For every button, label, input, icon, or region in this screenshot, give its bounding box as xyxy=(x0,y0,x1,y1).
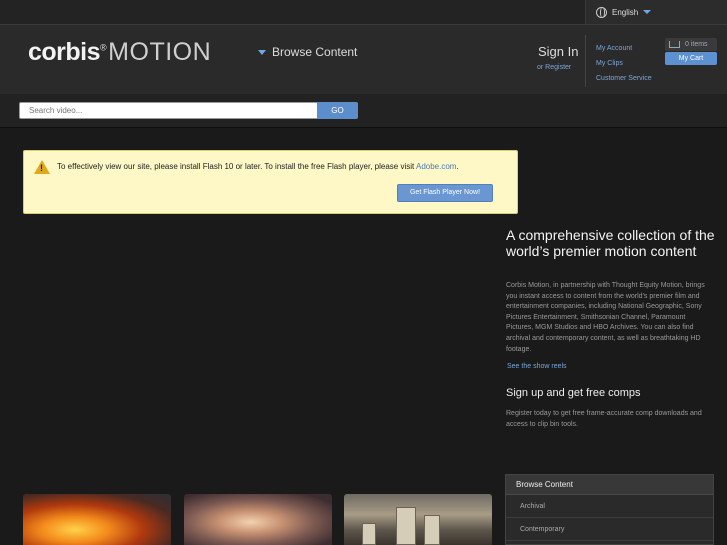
register-link[interactable]: or Register xyxy=(537,64,571,71)
adobe-link[interactable]: Adobe.com xyxy=(416,162,456,171)
dropdown-caret-icon xyxy=(643,10,652,14)
browse-content-label: Browse Content xyxy=(272,45,358,59)
cart-icon xyxy=(669,41,680,48)
logo-product: MOTION xyxy=(108,38,212,66)
corbis-motion-logo[interactable]: corbis®MOTION xyxy=(28,38,211,67)
sign-in-link[interactable]: Sign In xyxy=(538,44,578,59)
cart-items-label: 0 items xyxy=(685,41,708,48)
header-divider xyxy=(585,35,586,87)
account-links: My Account My Clips Customer Service xyxy=(596,41,652,86)
notice-suffix: . xyxy=(456,162,459,171)
thumbnail-woman[interactable] xyxy=(184,494,332,545)
notice-message: To effectively view our site, please ins… xyxy=(57,162,459,171)
search-go-button[interactable]: GO xyxy=(317,102,358,119)
logo-registered-mark: ® xyxy=(100,42,107,53)
thumbnail-city-skyline[interactable] xyxy=(344,494,492,545)
flash-notice: To effectively view our site, please ins… xyxy=(23,150,518,214)
thumbnail-explosion[interactable] xyxy=(23,494,171,545)
notice-text: To effectively view our site, please ins… xyxy=(57,162,416,171)
browse-item-contemporary[interactable]: Contemporary xyxy=(506,518,713,541)
signup-text: Register today to get free frame-accurat… xyxy=(506,410,702,428)
browse-content-panel: Browse Content Archival Contemporary xyxy=(505,474,714,545)
browse-panel-title[interactable]: Browse Content xyxy=(506,475,713,495)
my-clips-link[interactable]: My Clips xyxy=(596,56,652,71)
promo-description: Corbis Motion, in partnership with Thoug… xyxy=(506,282,705,353)
signup-heading: Sign up and get free comps xyxy=(506,387,641,399)
my-cart-button[interactable]: My Cart xyxy=(665,52,717,65)
show-reels-link[interactable]: See the show reels xyxy=(507,363,567,370)
language-selector[interactable]: English xyxy=(585,0,727,24)
search-bar: GO xyxy=(0,94,727,128)
my-account-link[interactable]: My Account xyxy=(596,41,652,56)
customer-service-link[interactable]: Customer Service xyxy=(596,71,652,86)
language-label: English xyxy=(612,7,639,17)
promo-headline: A comprehensive collection of the world’… xyxy=(506,227,715,259)
skyline-building xyxy=(424,515,440,545)
skyline-building xyxy=(396,507,416,545)
warning-icon xyxy=(34,160,50,174)
skyline-building xyxy=(362,523,376,545)
browse-item-archival[interactable]: Archival xyxy=(506,495,713,518)
browse-caret-icon xyxy=(258,49,266,55)
search-input[interactable] xyxy=(19,102,318,119)
get-flash-player-button[interactable]: Get Flash Player Now! xyxy=(397,184,493,202)
cart-items-count[interactable]: 0 items xyxy=(665,38,717,51)
globe-icon xyxy=(596,6,607,18)
browse-content-menu[interactable]: Browse Content xyxy=(258,45,357,59)
logo-brand: corbis xyxy=(28,38,101,66)
site-header: corbis®MOTION Browse Content Sign In or … xyxy=(0,24,727,94)
